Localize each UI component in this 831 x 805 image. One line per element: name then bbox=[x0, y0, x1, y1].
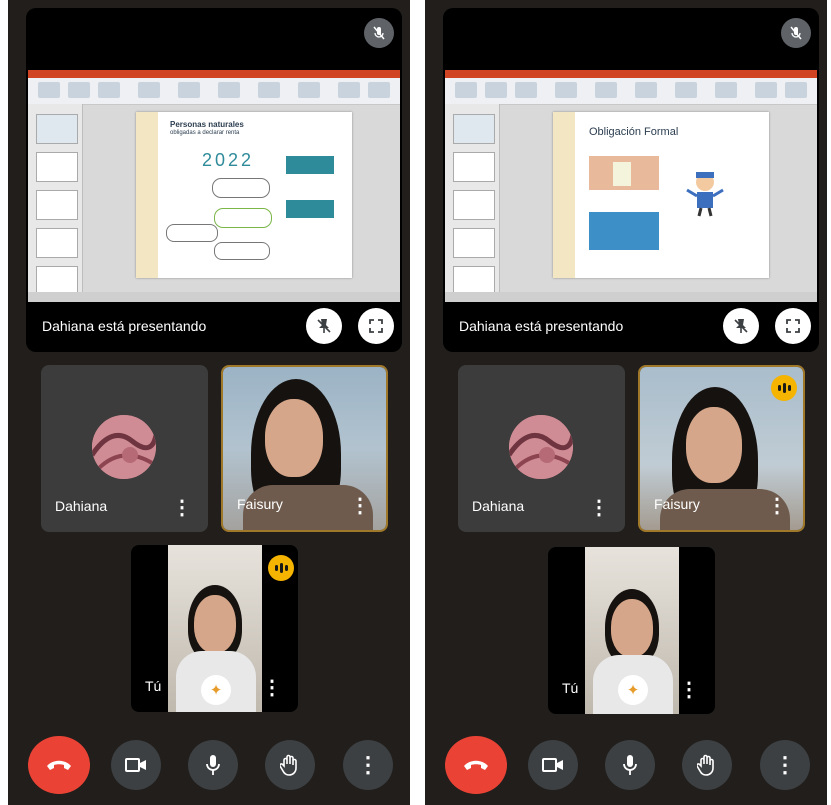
presenter-muted-icon bbox=[781, 18, 811, 48]
slide-thumbnails bbox=[445, 104, 500, 296]
microphone-icon bbox=[206, 755, 220, 775]
effects-button[interactable]: ✦ bbox=[201, 675, 231, 705]
participant-tile-self[interactable]: ✦ Tú ⋮ bbox=[548, 547, 715, 714]
fullscreen-icon bbox=[786, 319, 800, 333]
hand-icon bbox=[697, 754, 714, 776]
participant-name: Faisury bbox=[654, 496, 700, 512]
microphone-button[interactable] bbox=[605, 740, 655, 790]
camera-button[interactable] bbox=[528, 740, 578, 790]
meeting-screen-right: Obligación Formal Dahiana está presentan… bbox=[425, 0, 827, 805]
avatar bbox=[92, 415, 156, 479]
presenting-label: Dahiana está presentando bbox=[459, 318, 624, 334]
more-options-button[interactable]: ⋮ bbox=[350, 496, 370, 516]
presenting-label: Dahiana está presentando bbox=[42, 318, 207, 334]
participant-tile-faisury[interactable]: Faisury ⋮ bbox=[221, 365, 388, 532]
phone-hangup-icon bbox=[464, 760, 488, 770]
hand-icon bbox=[280, 754, 297, 776]
more-options-button[interactable]: ⋮ bbox=[679, 680, 699, 700]
more-options-button[interactable]: ⋮ bbox=[172, 498, 192, 518]
ppt-ribbon bbox=[28, 70, 400, 105]
more-options-button[interactable]: ⋮ bbox=[262, 678, 282, 698]
participant-tile-faisury[interactable]: Faisury ⋮ bbox=[638, 365, 805, 532]
slide-title: Personas naturales bbox=[170, 120, 244, 129]
speaking-indicator-icon bbox=[268, 555, 294, 581]
fullscreen-icon bbox=[369, 319, 383, 333]
meeting-screen-left: Personas naturales obligadas a declarar … bbox=[8, 0, 410, 805]
end-call-button[interactable] bbox=[28, 736, 90, 794]
slide-subtitle: obligadas a declarar renta bbox=[170, 130, 240, 136]
shared-screen: Obligación Formal bbox=[445, 70, 817, 302]
shared-screen: Personas naturales obligadas a declarar … bbox=[28, 70, 400, 302]
slide-thumbnails bbox=[28, 104, 83, 296]
current-slide: Obligación Formal bbox=[553, 112, 769, 278]
raise-hand-button[interactable] bbox=[265, 740, 315, 790]
microphone-button[interactable] bbox=[188, 740, 238, 790]
participant-tile-self[interactable]: ✦ Tú ⋮ bbox=[131, 545, 298, 712]
participant-name: Tú bbox=[562, 680, 579, 696]
raise-hand-button[interactable] bbox=[682, 740, 732, 790]
phone-hangup-icon bbox=[47, 760, 71, 770]
fullscreen-button[interactable] bbox=[358, 308, 394, 344]
microphone-icon bbox=[623, 755, 637, 775]
participant-name: Faisury bbox=[237, 496, 283, 512]
presenter-muted-icon bbox=[364, 18, 394, 48]
participant-name: Dahiana bbox=[55, 498, 108, 514]
current-slide: Personas naturales obligadas a declarar … bbox=[136, 112, 352, 278]
camera-icon bbox=[125, 758, 146, 772]
participant-name: Tú bbox=[145, 678, 162, 694]
end-call-button[interactable] bbox=[445, 736, 507, 794]
more-options-button[interactable]: ⋮ bbox=[589, 498, 609, 518]
participant-tile-dahiana[interactable]: Dahiana ⋮ bbox=[458, 365, 625, 532]
more-options-button[interactable]: ⋮ bbox=[767, 496, 787, 516]
more-options-button[interactable]: ⋮ bbox=[343, 740, 393, 790]
ppt-ribbon bbox=[445, 70, 817, 105]
more-icon: ⋮ bbox=[357, 752, 379, 777]
pin-button[interactable] bbox=[723, 308, 759, 344]
fullscreen-button[interactable] bbox=[775, 308, 811, 344]
avatar bbox=[509, 415, 573, 479]
participant-name: Dahiana bbox=[472, 498, 525, 514]
more-icon: ⋮ bbox=[774, 752, 796, 777]
effects-button[interactable]: ✦ bbox=[618, 675, 648, 705]
slide-year: 2022 bbox=[202, 150, 255, 170]
presentation-tile[interactable]: Obligación Formal Dahiana está presentan… bbox=[443, 8, 819, 352]
camera-icon bbox=[542, 758, 563, 772]
call-controls: ⋮ bbox=[8, 730, 410, 805]
participant-tile-dahiana[interactable]: Dahiana ⋮ bbox=[41, 365, 208, 532]
camera-button[interactable] bbox=[111, 740, 161, 790]
more-options-button[interactable]: ⋮ bbox=[760, 740, 810, 790]
presentation-tile[interactable]: Personas naturales obligadas a declarar … bbox=[26, 8, 402, 352]
cartoon-illustration bbox=[686, 172, 724, 217]
pin-off-icon bbox=[317, 319, 331, 333]
call-controls: ⋮ bbox=[425, 730, 827, 805]
slide-title: Obligación Formal bbox=[589, 126, 679, 138]
pin-off-icon bbox=[734, 319, 748, 333]
pin-button[interactable] bbox=[306, 308, 342, 344]
speaking-indicator-icon bbox=[771, 375, 797, 401]
